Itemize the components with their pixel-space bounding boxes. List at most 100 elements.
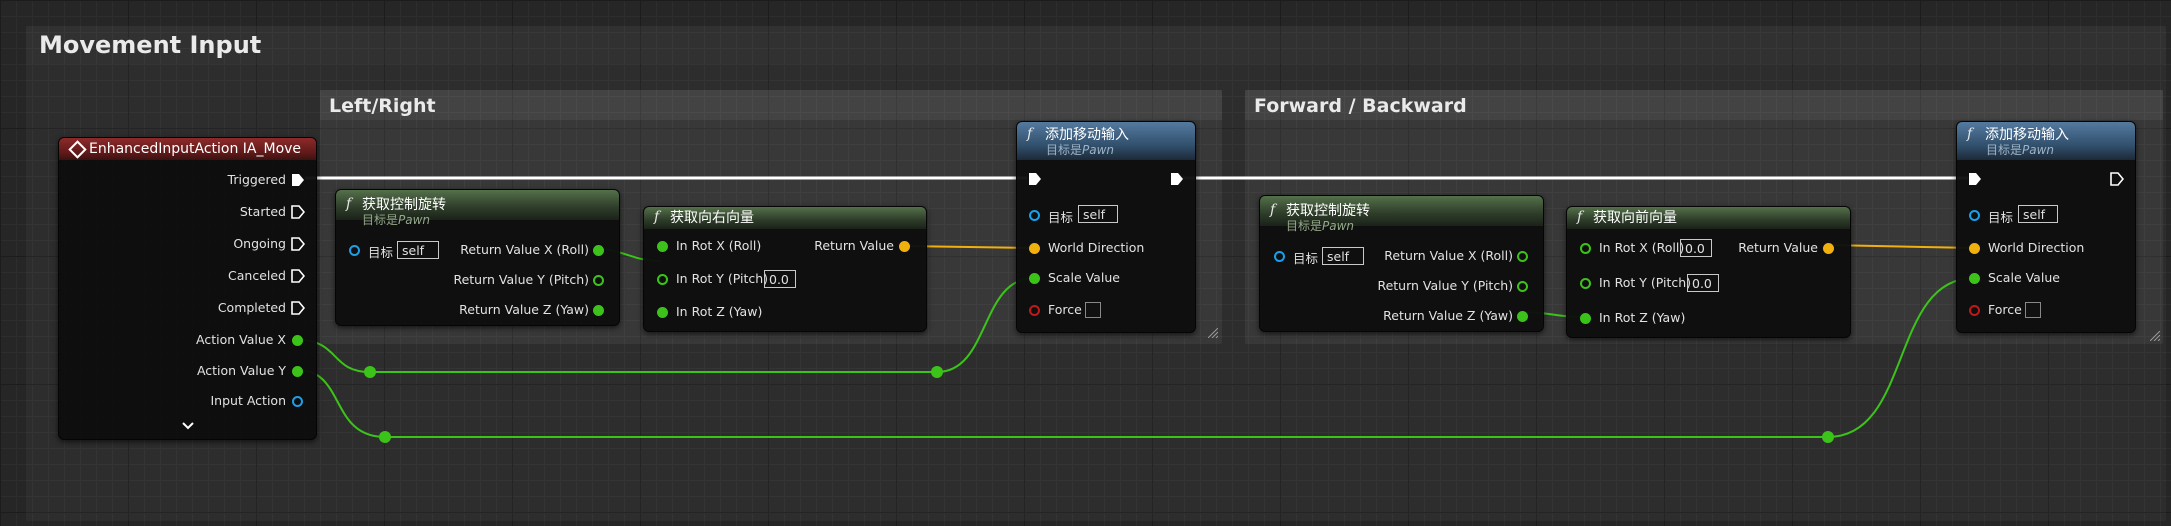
pin-label-return-y: Return Value Y (Pitch) — [453, 272, 589, 287]
pin-label-scale-value: Scale Value — [1988, 270, 2060, 285]
object-pin-icon[interactable] — [349, 245, 360, 256]
vector-pin-icon[interactable] — [1823, 243, 1834, 254]
enhanced-input-action-node[interactable]: EnhancedInputAction IA_Move Triggered St… — [58, 137, 317, 440]
node-title[interactable]: f 获取控制旋转 目标是Pawn — [336, 190, 619, 226]
reroute-node — [931, 366, 943, 378]
pin-label-target: 目标 — [1293, 251, 1319, 266]
node-title[interactable]: f 获取向右向量 — [644, 207, 926, 229]
pin-label-return-x: Return Value X (Roll) — [460, 242, 589, 257]
subtitle-prefix: 目标是 — [1986, 143, 2023, 157]
get-right-vector-node[interactable]: f 获取向右向量 In Rot X (Roll) In Rot Y (Pitch… — [643, 206, 927, 332]
float-pin-icon[interactable] — [292, 335, 303, 346]
object-pin-icon[interactable] — [1969, 210, 1980, 221]
object-pin-icon[interactable] — [292, 396, 303, 407]
exec-pin-icon[interactable] — [2110, 172, 2124, 186]
pin-label-target: 目标 — [1988, 210, 2014, 225]
force-checkbox[interactable] — [2025, 302, 2041, 318]
exec-pin-icon[interactable] — [1968, 172, 1982, 186]
exec-pin-icon[interactable] — [291, 173, 305, 187]
function-icon: f — [346, 196, 352, 212]
pin-label-return-z: Return Value Z (Yaw) — [1383, 308, 1513, 323]
object-pin-icon[interactable] — [1274, 251, 1285, 262]
float-pin-icon[interactable] — [657, 274, 668, 285]
subtitle-prefix: 目标是 — [362, 213, 399, 227]
add-movement-input-node[interactable]: f 添加移动输入 目标是Pawn 目标 self World Direction… — [1016, 121, 1196, 333]
target-input[interactable]: self — [1322, 247, 1364, 265]
exec-pin-icon[interactable] — [291, 205, 305, 219]
float-pin-icon[interactable] — [292, 366, 303, 377]
pin-label-in-rot-x: In Rot X (Roll) — [1599, 240, 1685, 255]
reroute-node — [1822, 431, 1834, 443]
float-pin-icon[interactable] — [593, 305, 604, 316]
exec-pin-icon[interactable] — [291, 301, 305, 315]
pin-label-force: Force — [1988, 302, 2022, 317]
resize-handle-icon[interactable] — [1208, 328, 1218, 338]
target-input[interactable]: self — [1078, 205, 1118, 223]
exec-pin-icon[interactable] — [1028, 172, 1042, 186]
target-input[interactable]: self — [397, 241, 439, 259]
float-pin-icon[interactable] — [657, 241, 668, 252]
vector-pin-icon[interactable] — [1029, 243, 1040, 254]
pin-label-return-x: Return Value X (Roll) — [1384, 248, 1513, 263]
add-movement-input-node[interactable]: f 添加移动输入 目标是Pawn 目标 self World Direction… — [1956, 121, 2136, 333]
subtitle-prefix: 目标是 — [1046, 143, 1083, 157]
pin-label-scale-value: Scale Value — [1048, 270, 1120, 285]
get-control-rotation-node[interactable]: f 获取控制旋转 目标是Pawn 目标 self Return Value X … — [335, 189, 620, 326]
object-pin-icon[interactable] — [1029, 210, 1040, 221]
float-pin-icon[interactable] — [1580, 313, 1591, 324]
float-pin-icon[interactable] — [1580, 243, 1591, 254]
resize-handle-icon[interactable] — [2150, 331, 2160, 341]
in-rot-y-input[interactable]: 0.0 — [1687, 274, 1719, 292]
subtitle-target: Pawn — [1082, 143, 1115, 157]
pin-label-target: 目标 — [1048, 210, 1074, 225]
force-checkbox[interactable] — [1085, 302, 1101, 318]
get-forward-vector-node[interactable]: f 获取向前向量 In Rot X (Roll) 0.0 In Rot Y (P… — [1566, 206, 1851, 338]
pin-label-target: 目标 — [368, 245, 394, 260]
float-pin-icon[interactable] — [1580, 278, 1591, 289]
float-pin-icon[interactable] — [1517, 311, 1528, 322]
exec-pin-icon[interactable] — [291, 237, 305, 251]
pin-label-return-value: Return Value — [1738, 240, 1818, 255]
node-title[interactable]: f 添加移动输入 目标是Pawn — [1957, 122, 2135, 160]
pin-label-action-value-y: Action Value Y — [196, 363, 286, 378]
float-pin-icon[interactable] — [593, 245, 604, 256]
subtitle-prefix: 目标是 — [1286, 219, 1323, 233]
pin-label-triggered: Triggered — [227, 172, 286, 187]
event-diamond-icon — [68, 140, 87, 159]
vector-pin-icon[interactable] — [1969, 243, 1980, 254]
exec-pin-icon[interactable] — [1170, 172, 1184, 186]
chevron-down-icon[interactable] — [182, 422, 194, 430]
pin-label-return-value: Return Value — [814, 238, 894, 253]
float-pin-icon[interactable] — [593, 275, 604, 286]
subtitle-target: Pawn — [1322, 219, 1355, 233]
float-pin-icon[interactable] — [1969, 273, 1980, 284]
node-title[interactable]: EnhancedInputAction IA_Move — [59, 138, 316, 160]
float-pin-icon[interactable] — [1517, 251, 1528, 262]
exec-pin-icon[interactable] — [291, 269, 305, 283]
in-rot-y-input[interactable]: 0.0 — [764, 270, 796, 288]
function-icon: f — [654, 209, 660, 225]
pin-label-world-direction: World Direction — [1988, 240, 2085, 255]
pin-label-ongoing: Ongoing — [233, 236, 286, 251]
pin-label-in-rot-x: In Rot X (Roll) — [676, 238, 762, 253]
target-input[interactable]: self — [2018, 205, 2058, 223]
float-pin-icon[interactable] — [1517, 281, 1528, 292]
vector-pin-icon[interactable] — [899, 241, 910, 252]
function-icon: f — [1027, 126, 1033, 142]
get-control-rotation-node[interactable]: f 获取控制旋转 目标是Pawn 目标 self Return Value X … — [1259, 195, 1544, 332]
in-rot-x-input[interactable]: 0.0 — [1680, 239, 1712, 257]
node-title[interactable]: f 添加移动输入 目标是Pawn — [1017, 122, 1195, 160]
subtitle-target: Pawn — [398, 213, 431, 227]
node-title[interactable]: f 获取控制旋转 目标是Pawn — [1260, 196, 1543, 232]
pin-label-in-rot-z: In Rot Z (Yaw) — [1599, 310, 1686, 325]
function-icon: f — [1967, 126, 1973, 142]
float-pin-icon[interactable] — [657, 307, 668, 318]
pin-label-force: Force — [1048, 302, 1082, 317]
float-pin-icon[interactable] — [1029, 273, 1040, 284]
bool-pin-icon[interactable] — [1969, 305, 1980, 316]
bool-pin-icon[interactable] — [1029, 305, 1040, 316]
function-icon: f — [1577, 209, 1583, 225]
reroute-node — [379, 431, 391, 443]
node-title[interactable]: f 获取向前向量 — [1567, 207, 1850, 229]
reroute-node — [364, 366, 376, 378]
